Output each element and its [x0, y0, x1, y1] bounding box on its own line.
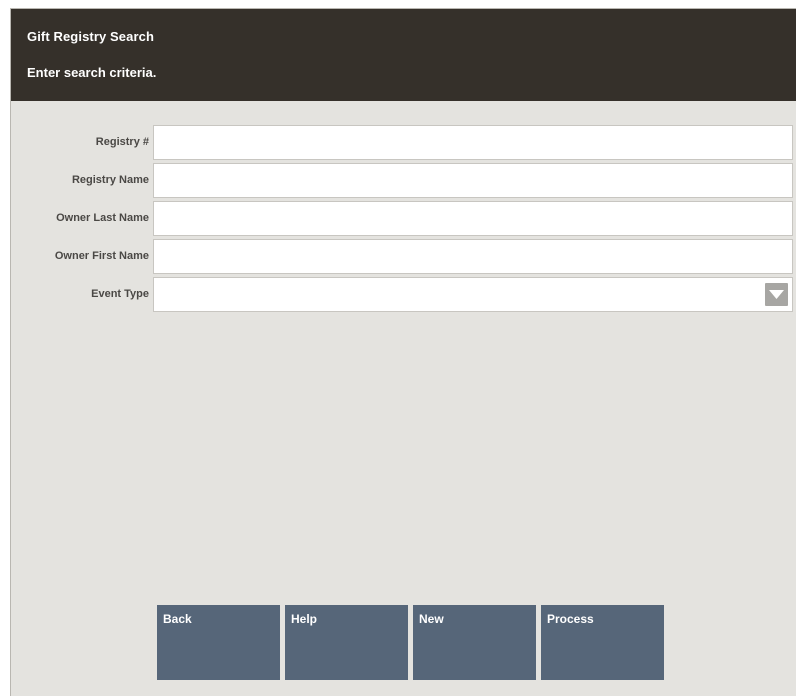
help-button[interactable]: Help	[285, 605, 408, 680]
event-type-label: Event Type	[91, 288, 149, 300]
help-button-label: Help	[291, 612, 318, 626]
owner-first-name-input[interactable]	[153, 239, 793, 274]
owner-first-name-row: Owner First Name	[11, 239, 796, 274]
back-button[interactable]: Back	[157, 605, 280, 680]
event-type-row: Event Type	[11, 277, 796, 312]
owner-last-name-label: Owner Last Name	[56, 212, 149, 224]
back-button-label: Back	[163, 612, 192, 626]
registry-number-row: Registry #	[11, 125, 796, 160]
registry-number-input[interactable]	[153, 125, 793, 160]
registry-number-label: Registry #	[95, 136, 149, 148]
new-button[interactable]: New	[413, 605, 536, 680]
process-button[interactable]: Process	[541, 605, 664, 680]
dropdown-arrow-icon[interactable]	[765, 283, 788, 306]
owner-last-name-input[interactable]	[153, 201, 793, 236]
registry-name-input[interactable]	[153, 163, 793, 198]
event-type-select[interactable]	[153, 277, 793, 312]
owner-last-name-row: Owner Last Name	[11, 201, 796, 236]
new-button-label: New	[419, 612, 444, 626]
owner-first-name-label: Owner First Name	[54, 250, 149, 262]
registry-name-label: Registry Name	[71, 174, 149, 186]
registry-name-row: Registry Name	[11, 163, 796, 198]
prompt-message: Enter search criteria.	[27, 65, 157, 80]
header-bar: Gift Registry Search Enter search criter…	[11, 9, 796, 101]
gift-registry-search-screen: Gift Registry Search Enter search criter…	[10, 8, 796, 696]
page-title: Gift Registry Search	[27, 29, 154, 44]
process-button-label: Process	[547, 612, 594, 626]
